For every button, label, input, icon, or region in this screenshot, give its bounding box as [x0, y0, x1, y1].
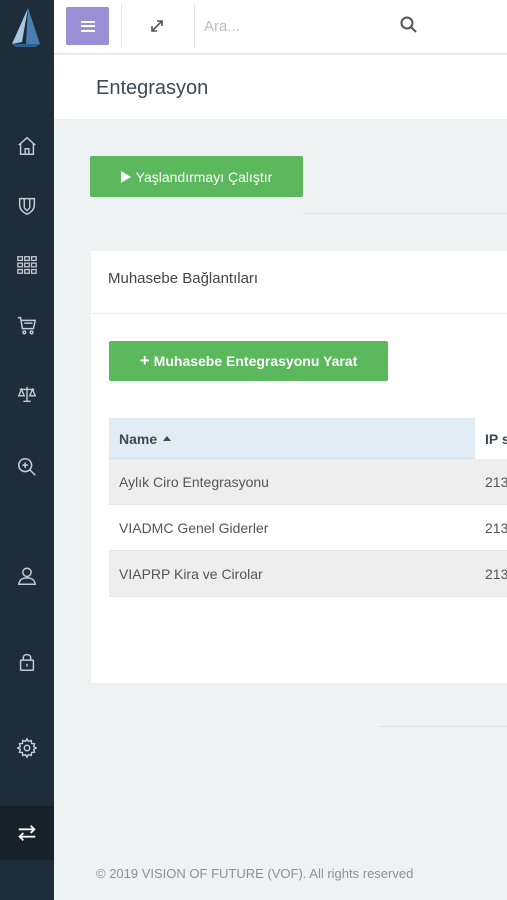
accounting-connections-panel: Muhasebe Bağlantıları + Muhasebe Entegra… [91, 251, 507, 683]
sidebar-item-security[interactable] [0, 638, 54, 686]
transfer-icon [18, 825, 36, 841]
sidebar-item-home[interactable] [0, 122, 54, 170]
footer-copyright: © 2019 VISION OF FUTURE (VOF). All right… [96, 866, 414, 881]
topbar [54, 0, 507, 54]
page-title: Entegrasyon [96, 77, 209, 99]
cell-name: VIAPRP Kira ve Cirolar [119, 566, 263, 582]
column-header-name[interactable]: Name [109, 418, 475, 459]
column-header-ip[interactable]: IP s [475, 418, 507, 459]
cell-ip: 213 [485, 520, 507, 536]
search-icon[interactable] [399, 15, 419, 35]
create-integration-label: Muhasebe Entegrasyonu Yarat [153, 353, 358, 369]
divider [194, 4, 195, 48]
cell-ip: 213 [485, 566, 507, 582]
divider [380, 726, 507, 727]
sidebar-item-search[interactable] [0, 443, 54, 491]
sidebar [0, 0, 54, 900]
scale-icon [17, 386, 37, 403]
play-icon [120, 170, 131, 183]
cell-name: Aylık Ciro Entegrasyonu [119, 474, 269, 490]
table-header: Name IP s [109, 418, 507, 459]
menu-icon [80, 18, 95, 34]
grid-icon [17, 256, 37, 274]
zoom-in-icon [17, 457, 36, 476]
run-aging-button[interactable]: Yaşlandırmayı Çalıştır [90, 156, 303, 197]
lock-icon [19, 653, 35, 671]
page-header: Entegrasyon [54, 55, 507, 119]
table-row[interactable]: VIADMC Genel Giderler 213 [109, 505, 507, 551]
sidebar-item-grid[interactable] [0, 241, 54, 289]
sidebar-item-shield[interactable] [0, 182, 54, 230]
sidebar-item-balance[interactable] [0, 370, 54, 418]
run-aging-label: Yaşlandırmayı Çalıştır [135, 168, 273, 185]
sidebar-item-user[interactable] [0, 552, 54, 600]
table-row[interactable]: Aylık Ciro Entegrasyonu 213 [109, 459, 507, 505]
menu-toggle-button[interactable] [66, 7, 109, 45]
cell-ip: 213 [485, 474, 507, 490]
sidebar-item-cart[interactable] [0, 301, 54, 349]
shield-icon [18, 197, 36, 216]
divider [303, 213, 507, 214]
integrations-table: Name IP s Aylık Ciro Entegrasyonu 213 VI… [109, 418, 507, 597]
sidebar-item-settings[interactable] [0, 724, 54, 772]
search-input[interactable] [204, 12, 394, 40]
fullscreen-button[interactable] [142, 12, 172, 40]
divider [91, 313, 507, 314]
panel-title: Muhasebe Bağlantıları [108, 270, 259, 287]
home-icon [18, 136, 36, 155]
expand-icon [151, 20, 163, 32]
logo-icon [12, 8, 40, 47]
sidebar-item-integration[interactable] [0, 806, 54, 860]
gear-icon [16, 737, 38, 759]
cell-name: VIADMC Genel Giderler [119, 520, 269, 536]
cart-icon [17, 316, 37, 335]
divider [121, 4, 122, 48]
create-integration-button[interactable]: + Muhasebe Entegrasyonu Yarat [109, 341, 388, 381]
sort-asc-icon [163, 436, 172, 441]
table-row[interactable]: VIAPRP Kira ve Cirolar 213 [109, 551, 507, 597]
user-icon [17, 567, 37, 585]
plus-icon: + [139, 351, 150, 370]
